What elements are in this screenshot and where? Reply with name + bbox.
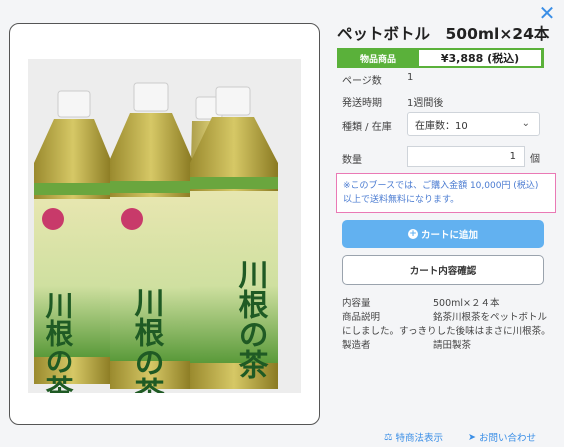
shipping-label: 発送時期 <box>342 98 382 109</box>
price-label: 物品商品 <box>359 54 396 65</box>
contact-link[interactable]: ➤ お問い合わせ <box>468 430 536 445</box>
pages-label: ページ数 <box>342 76 382 87</box>
quantity-label: 数量 <box>342 155 362 166</box>
spec-list: 内容量 500ml×２４本 商品説明 銘茶川根茶をペットボトル にしました。すっ… <box>342 297 552 353</box>
quantity-input[interactable]: 1 <box>407 146 525 167</box>
spec-row: 商品説明 銘茶川根茶をペットボトル <box>342 311 552 325</box>
contact-link-label: お問い合わせ <box>478 433 536 444</box>
send-icon: ➤ <box>468 431 476 443</box>
product-dialog: ✕ 川根の茶 川根の茶 川根の茶 ペットボトル 500ml×24本 物品商品 ¥… <box>0 0 564 447</box>
stock-select-value: 在庫数：10 <box>415 120 468 132</box>
spec-value: にしました。すっきりした後味はまさに川根茶。 <box>342 326 551 337</box>
stock-label: 種類 / 在庫 <box>342 122 392 133</box>
quantity-unit: 個 <box>530 154 540 165</box>
law-link[interactable]: ⚖ 特商法表示 <box>384 430 444 445</box>
quantity-row: 数量 <box>342 151 362 166</box>
plus-circle-icon: + <box>407 229 418 239</box>
view-cart-button[interactable]: カート内容確認 <box>342 255 544 285</box>
law-link-label: 特商法表示 <box>395 433 444 444</box>
spec-value: 500ml×２４本 <box>433 298 500 309</box>
product-image-panel: 川根の茶 川根の茶 川根の茶 <box>9 23 320 425</box>
spec-key: 商品説明 <box>342 312 381 323</box>
spec-value: 請田製茶 <box>433 340 472 351</box>
spec-key: 製造者 <box>342 340 371 351</box>
stock-select[interactable]: 在庫数：10 ⌄ <box>407 112 540 136</box>
spec-key: 内容量 <box>342 298 371 309</box>
shipping-row: 発送時期 1週間後 <box>342 94 443 109</box>
price-value: ¥3,888 (税込) <box>419 50 541 66</box>
stock-row: 種類 / 在庫 <box>342 118 392 133</box>
price-bar: 物品商品 ¥3,888 (税込) <box>337 48 544 68</box>
shipping-value: 1週間後 <box>407 98 444 109</box>
spec-row: にしました。すっきりした後味はまさに川根茶。 <box>342 325 552 339</box>
spec-value: 銘茶川根茶をペットボトル <box>433 312 548 323</box>
add-to-cart-label: カートに追加 <box>420 230 478 241</box>
tea-bottles-image: 川根の茶 川根の茶 川根の茶 <box>28 59 301 393</box>
add-to-cart-button[interactable]: + カートに追加 <box>342 220 544 248</box>
close-icon[interactable]: ✕ <box>538 3 556 23</box>
bottle-brand-label: 川根の茶 <box>42 291 75 393</box>
product-title: ペットボトル 500ml×24本 <box>337 25 550 43</box>
pages-row: ページ数 1 <box>342 72 413 87</box>
product-photo: 川根の茶 川根の茶 川根の茶 <box>28 59 301 393</box>
bottle-brand-label: 川根の茶 <box>129 287 165 393</box>
scale-icon: ⚖ <box>384 431 393 443</box>
chevron-down-icon: ⌄ <box>521 118 530 129</box>
free-shipping-notice: ※このブースでは、ご購入金額 10,000円 (税込) 以上で送料無料になります… <box>336 173 556 213</box>
pages-value: 1 <box>407 72 414 83</box>
spec-row: 製造者 請田製茶 <box>342 339 552 353</box>
bottle-brand-label: 川根の茶 <box>233 259 269 379</box>
spec-row: 内容量 500ml×２４本 <box>342 297 552 311</box>
